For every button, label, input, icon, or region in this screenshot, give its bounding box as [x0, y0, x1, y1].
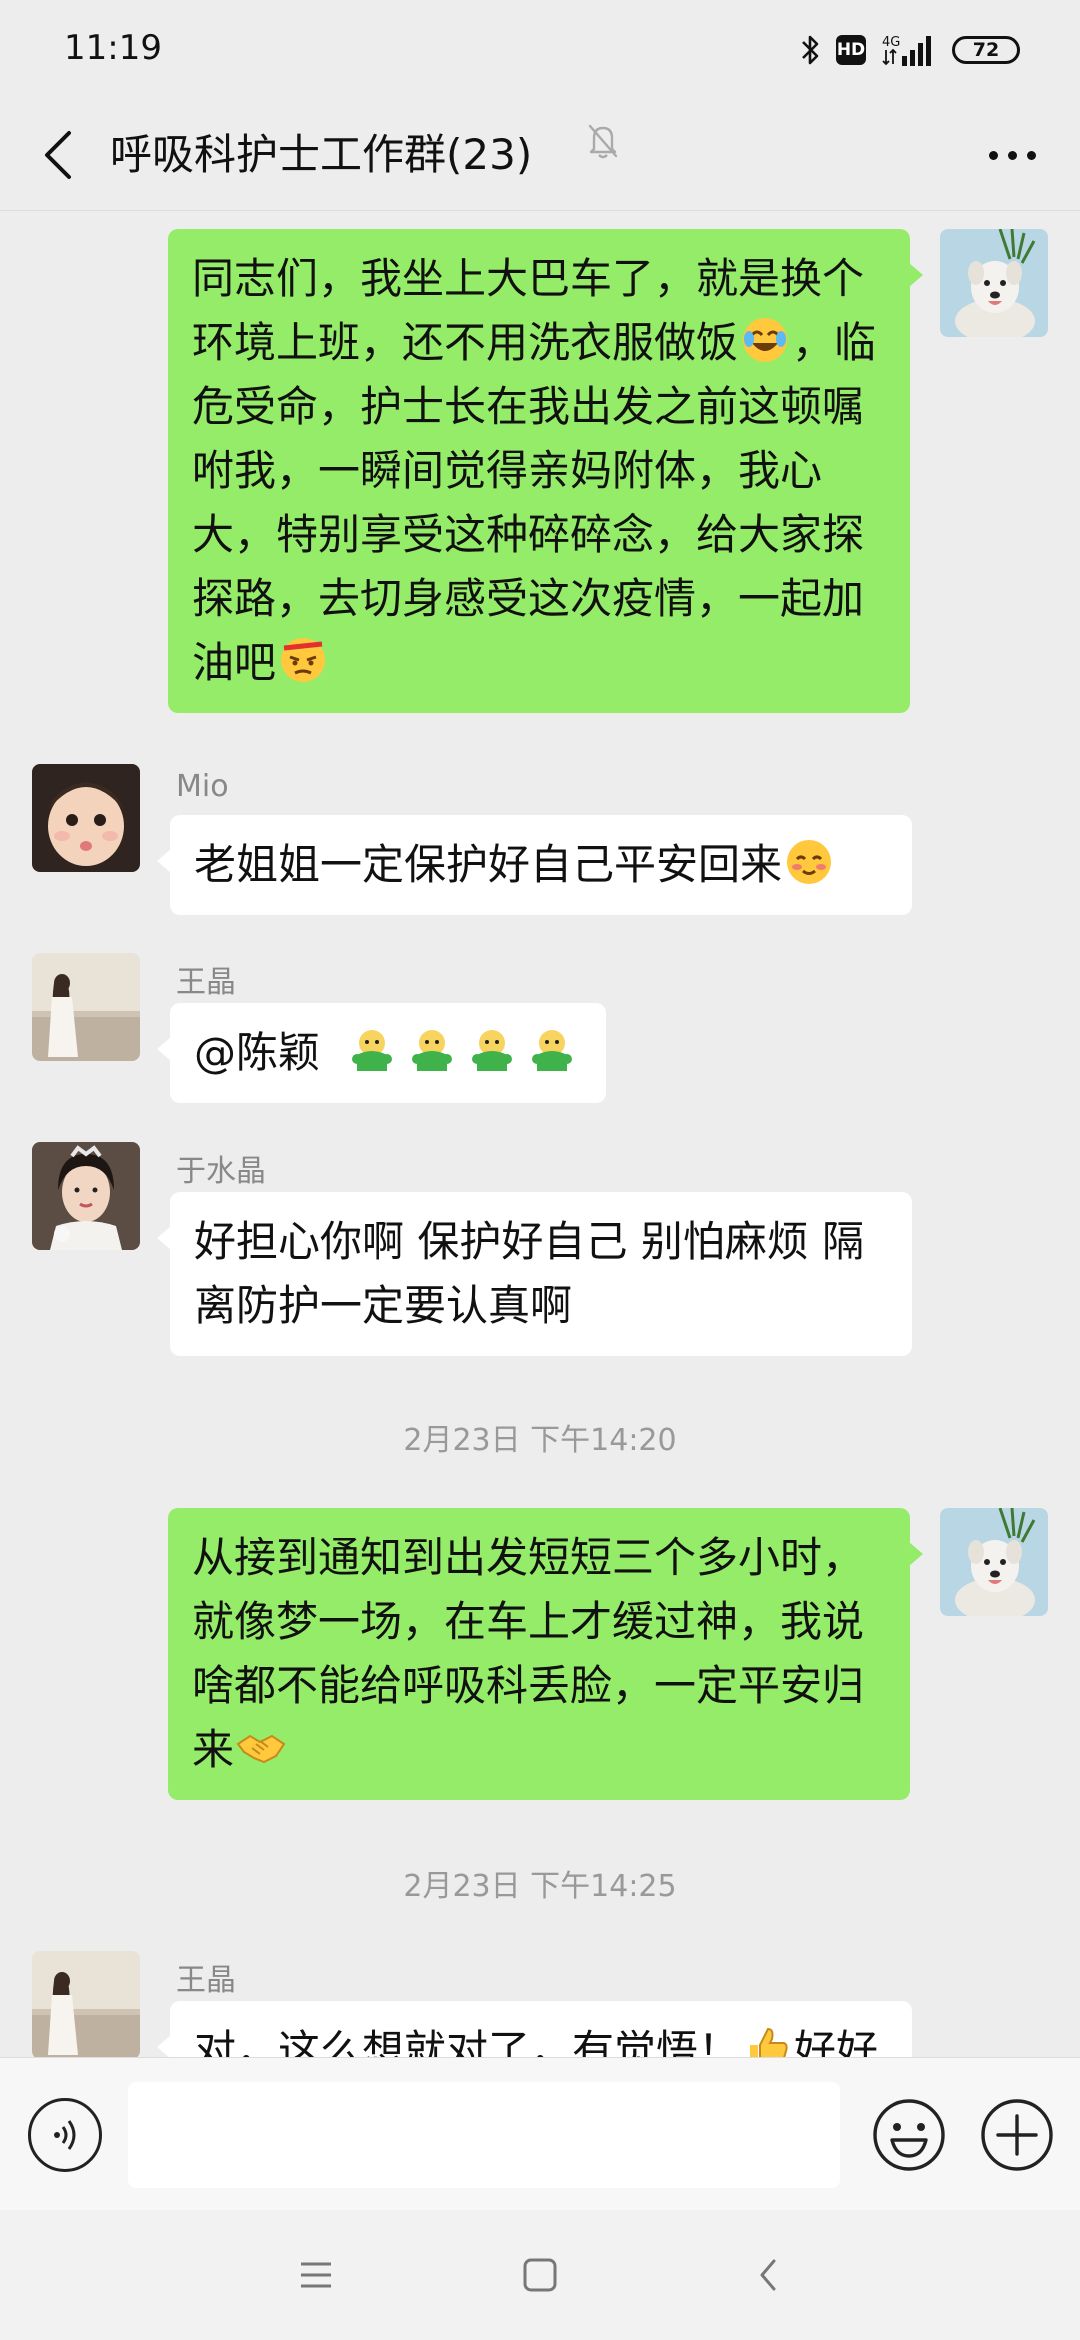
- message-text: 老姐姐一定保护好自己平安回来: [194, 840, 783, 889]
- back-arrow-icon[interactable]: [28, 122, 88, 188]
- determined-face-emoji: [278, 635, 328, 685]
- battery-level: 72: [972, 39, 1000, 61]
- plus-icon[interactable]: [978, 2096, 1056, 2174]
- back-icon[interactable]: [738, 2245, 798, 2305]
- message-text: 好担心你啊 保护好自己 别怕麻烦 隔离防护一定要认真啊: [194, 1217, 865, 1330]
- bluetooth-icon: [800, 33, 822, 67]
- avatar-wangjing[interactable]: [32, 953, 140, 1061]
- message-bubble[interactable]: @陈颖: [157, 1003, 606, 1103]
- voice-icon[interactable]: [28, 2098, 102, 2172]
- my-avatar[interactable]: [940, 1508, 1048, 1616]
- timestamp: 2月23日 下午14:25: [403, 1869, 677, 1904]
- status-icons: HD 4G 72: [800, 30, 1020, 70]
- message-text-continued: ，临危受命，护士长在我出发之前这顿嘱咐我，一瞬间觉得亲妈附体，我心大，特别享受这…: [192, 318, 877, 687]
- emoji-icon[interactable]: [870, 2096, 948, 2174]
- home-icon[interactable]: [510, 2245, 570, 2305]
- green-doll-emoji: [467, 1025, 517, 1075]
- avatar-mio[interactable]: [32, 764, 140, 872]
- hd-icon: HD: [836, 35, 866, 65]
- menu-icon[interactable]: [286, 2245, 346, 2305]
- avatar-yushuijing[interactable]: [32, 1142, 140, 1250]
- sender-name: 王晶: [176, 1963, 236, 1998]
- status-bar: 11:19 HD 4G 72: [0, 0, 1080, 100]
- green-doll-emoji: [527, 1025, 577, 1075]
- mute-bell-icon: [586, 122, 620, 164]
- thumbs-up-emoji: [742, 2023, 792, 2057]
- avatar-wangjing[interactable]: [32, 1951, 140, 2057]
- battery-icon: 72: [952, 36, 1020, 64]
- chat-screen: 11:19 HD 4G 72 呼吸科护士工作群(23) 同志们，我坐上大巴车了，…: [0, 0, 1080, 2340]
- system-navigation: [0, 2210, 1080, 2340]
- message-bubble[interactable]: 对，这么想就对了，有觉悟！ 好好: [157, 2001, 912, 2057]
- message-list[interactable]: 同志们，我坐上大巴车了，就是换个环境上班，还不用洗衣服做饭 ，临危受命，护士长在我…: [0, 211, 1080, 2057]
- input-bar: [0, 2057, 1080, 2211]
- message-text: 从接到通知到出发短短三个多小时，就像梦一场，在车上才缓过神，我说啥都不能给呼吸科…: [192, 1533, 865, 1774]
- message-text-continued: 好好: [794, 2026, 879, 2057]
- status-time: 11:19: [64, 28, 162, 68]
- chat-title: 呼吸科护士工作群(23): [110, 130, 533, 179]
- timestamp: 2月23日 下午14:20: [403, 1423, 677, 1458]
- message-input[interactable]: [128, 2082, 840, 2188]
- handshake-emoji: [236, 1722, 286, 1772]
- message-text: 对，这么想就对了，有觉悟！: [194, 2026, 741, 2057]
- more-icon[interactable]: [972, 122, 1052, 188]
- green-doll-emoji: [407, 1025, 457, 1075]
- message-text: @陈颖: [194, 1028, 334, 1077]
- message-bubble[interactable]: 同志们，我坐上大巴车了，就是换个环境上班，还不用洗衣服做饭 ，临危受命，护士长在我…: [168, 229, 923, 713]
- my-avatar[interactable]: [940, 229, 1048, 337]
- network-label: 4G: [882, 35, 900, 50]
- signal-icon: 4G: [880, 32, 938, 68]
- laughing-tears-emoji: [740, 315, 790, 365]
- message-bubble[interactable]: 好担心你啊 保护好自己 别怕麻烦 隔离防护一定要认真啊: [157, 1192, 912, 1356]
- message-bubble[interactable]: 从接到通知到出发短短三个多小时，就像梦一场，在车上才缓过神，我说啥都不能给呼吸科…: [168, 1508, 923, 1800]
- chat-header: 呼吸科护士工作群(23): [0, 100, 1080, 211]
- sender-name: 王晶: [176, 965, 236, 1000]
- sender-name: Mio: [176, 769, 229, 804]
- sender-name: 于水晶: [176, 1154, 266, 1189]
- message-bubble[interactable]: 老姐姐一定保护好自己平安回来: [157, 815, 912, 915]
- blushing-face-emoji: [784, 837, 834, 887]
- green-doll-emoji: [347, 1025, 397, 1075]
